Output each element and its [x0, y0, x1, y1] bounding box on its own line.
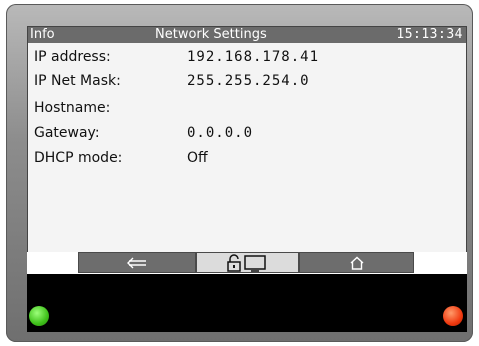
bottom-nav-bar — [27, 252, 467, 274]
dhcp-mode-row: DHCP mode: Off — [34, 148, 454, 172]
dhcp-mode-value: Off — [187, 150, 208, 166]
unlock-display-icon — [225, 253, 271, 272]
unlock-display-button[interactable] — [196, 252, 299, 273]
home-button[interactable] — [299, 252, 414, 273]
ip-address-value: 192.168.178.41 — [187, 49, 320, 65]
red-status-led — [443, 306, 463, 326]
device-bottom-panel — [27, 274, 467, 332]
net-mask-row: IP Net Mask: 255.255.254.0 — [34, 71, 454, 95]
page-title: Network Settings — [155, 27, 267, 42]
net-mask-label: IP Net Mask: — [34, 73, 121, 89]
gateway-label: Gateway: — [34, 125, 100, 141]
title-bar: Info Network Settings 15:13:34 — [28, 27, 466, 43]
back-button[interactable] — [78, 252, 196, 273]
gateway-row: Gateway: 0.0.0.0 — [34, 123, 454, 147]
back-arrow-icon — [126, 257, 148, 269]
green-status-led — [29, 306, 49, 326]
home-icon — [349, 256, 365, 270]
network-settings-screen: Info Network Settings 15:13:34 IP addres… — [27, 26, 467, 276]
ip-address-row: IP address: 192.168.178.41 — [34, 47, 454, 71]
net-mask-value: 255.255.254.0 — [187, 73, 310, 89]
gateway-value: 0.0.0.0 — [187, 125, 254, 141]
info-label: Info — [30, 27, 55, 42]
hostname-row: Hostname: — [34, 98, 454, 122]
hostname-label: Hostname: — [34, 100, 111, 116]
ip-address-label: IP address: — [34, 49, 111, 65]
dhcp-mode-label: DHCP mode: — [34, 150, 123, 166]
clock: 15:13:34 — [396, 27, 463, 42]
